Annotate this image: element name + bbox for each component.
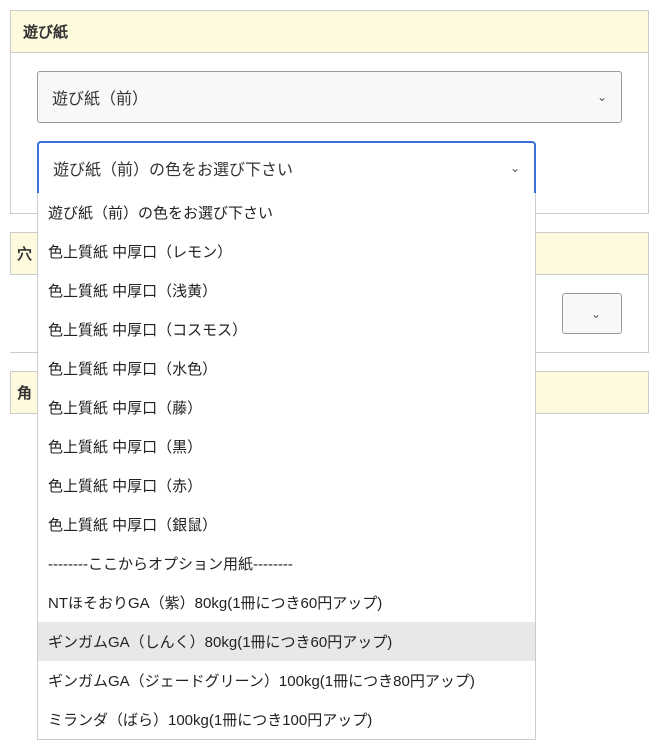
dropdown-option[interactable]: 色上質紙 中厚口（銀鼠） [38,505,535,544]
select-row-2: 遊び紙（前）の色をお選び下さい ⌄ 遊び紙（前）の色をお選び下さい色上質紙 中厚… [37,141,622,195]
asobigami-section: 遊び紙 遊び紙（前） ⌄ 遊び紙（前）の色をお選び下さい ⌄ 遊び紙（前）の色を… [10,10,649,214]
asobigami-color-select[interactable]: 遊び紙（前）の色をお選び下さい ⌄ [37,141,536,195]
dropdown-option[interactable]: ミランダ（ばら）100kg(1冊につき100円アップ) [38,700,535,739]
dropdown-option[interactable]: 色上質紙 中厚口（赤） [38,466,535,505]
dropdown-option[interactable]: NTほそおりGA（紫）80kg(1冊につき60円アップ) [38,583,535,622]
dropdown-option[interactable]: --------ここからオプション用紙-------- [38,544,535,583]
ana-select[interactable]: ⌄ [562,293,622,334]
select-value: 遊び紙（前）の色をお選び下さい [53,156,293,180]
dropdown-option[interactable]: ギンガムGA（ジェードグリーン）100kg(1冊につき80円アップ) [38,661,535,700]
section-title: 遊び紙 [11,11,648,53]
chevron-down-icon: ⌄ [597,90,607,104]
dropdown-option[interactable]: 色上質紙 中厚口（浅黄） [38,271,535,310]
select-value: 遊び紙（前） [52,85,148,109]
dropdown-option[interactable]: 色上質紙 中厚口（レモン） [38,232,535,271]
dropdown-option[interactable]: ギンガムGA（しんく）80kg(1冊につき60円アップ) [38,622,535,661]
dropdown-option[interactable]: 色上質紙 中厚口（水色） [38,349,535,388]
dropdown-option[interactable]: 色上質紙 中厚口（コスモス） [38,310,535,349]
dropdown-option[interactable]: 遊び紙（前）の色をお選び下さい [38,193,535,232]
dropdown-option[interactable]: 色上質紙 中厚口（藤） [38,388,535,427]
section-body: 遊び紙（前） ⌄ 遊び紙（前）の色をお選び下さい ⌄ 遊び紙（前）の色をお選び下… [11,53,648,213]
dropdown-option[interactable]: 色上質紙 中厚口（黒） [38,427,535,466]
select-row-1: 遊び紙（前） ⌄ [37,71,622,123]
dropdown-list: 遊び紙（前）の色をお選び下さい色上質紙 中厚口（レモン）色上質紙 中厚口（浅黄）… [37,193,536,740]
asobigami-position-select[interactable]: 遊び紙（前） ⌄ [37,71,622,123]
chevron-down-icon: ⌄ [591,307,601,321]
chevron-down-icon: ⌄ [510,161,520,175]
